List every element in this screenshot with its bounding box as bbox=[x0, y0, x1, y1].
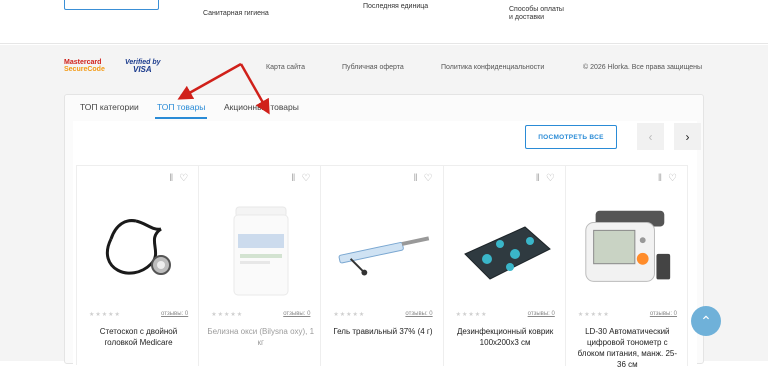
arrow-up-icon: ⌃ bbox=[700, 312, 712, 329]
annotation-arrows bbox=[177, 62, 270, 115]
scroll-to-top-button[interactable]: ⌃ bbox=[691, 306, 721, 336]
